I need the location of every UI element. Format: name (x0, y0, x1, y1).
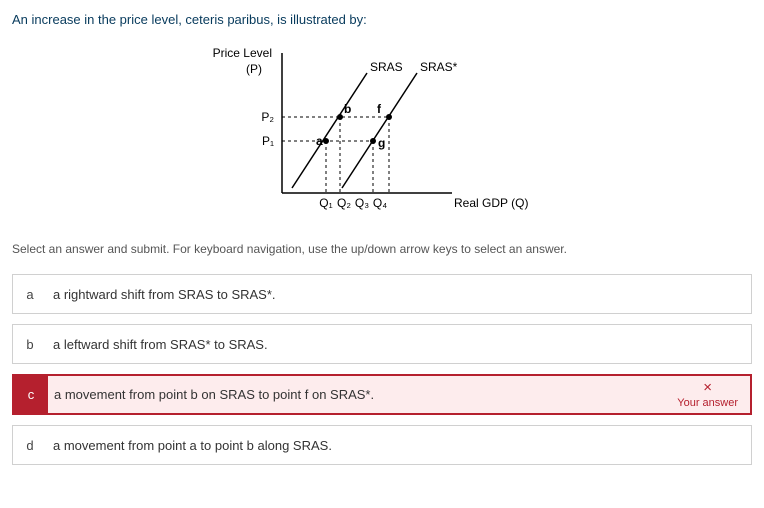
sras-label: SRAS (370, 60, 403, 74)
answer-text: a rightward shift from SRAS to SRAS*. (47, 277, 751, 312)
sras-star-label: SRAS* (420, 60, 458, 74)
answer-text: a movement from point a to point b along… (47, 428, 751, 463)
sras-star-line (342, 73, 417, 188)
point-a-label: a (316, 134, 323, 148)
answer-option-a[interactable]: a a rightward shift from SRAS to SRAS*. (12, 274, 752, 314)
point-f-label: f (377, 102, 382, 116)
y-axis-label-1: Price Level (213, 46, 272, 60)
tick-q2: Q₂ (337, 196, 351, 210)
point-b-label: b (344, 102, 351, 116)
your-answer-label: Your answer (677, 397, 738, 409)
incorrect-icon: × (703, 380, 712, 395)
tick-q1: Q₁ (319, 196, 332, 210)
answer-option-c[interactable]: c a movement from point b on SRAS to poi… (12, 374, 752, 415)
answer-option-b[interactable]: b a leftward shift from SRAS* to SRAS. (12, 324, 752, 364)
answer-letter: d (13, 438, 47, 453)
x-axis-label: Real GDP (Q) (454, 196, 528, 210)
tick-q4: Q₄ (373, 196, 387, 210)
chart-container: Price Level (P) P₂ P₁ SRAS SRAS* (12, 43, 752, 226)
instructions-text: Select an answer and submit. For keyboar… (12, 242, 752, 256)
sras-chart: Price Level (P) P₂ P₁ SRAS SRAS* (212, 43, 552, 223)
tick-p2: P₂ (261, 110, 274, 124)
point-g (370, 138, 376, 144)
point-a (323, 138, 329, 144)
answer-letter: b (13, 337, 47, 352)
answer-letter: a (13, 287, 47, 302)
y-axis-label-2: (P) (246, 62, 262, 76)
answer-text: a leftward shift from SRAS* to SRAS. (47, 327, 751, 362)
sras-line (292, 73, 367, 188)
answer-option-d[interactable]: d a movement from point a to point b alo… (12, 425, 752, 465)
question-text: An increase in the price level, ceteris … (12, 12, 752, 27)
point-f (386, 114, 392, 120)
tick-p1: P₁ (262, 134, 274, 148)
point-b (337, 114, 343, 120)
point-g-label: g (378, 136, 385, 150)
tick-q3: Q₃ (355, 196, 369, 210)
answer-feedback: × Your answer (665, 376, 750, 413)
answer-letter: c (14, 376, 48, 413)
answer-text: a movement from point b on SRAS to point… (48, 377, 665, 412)
